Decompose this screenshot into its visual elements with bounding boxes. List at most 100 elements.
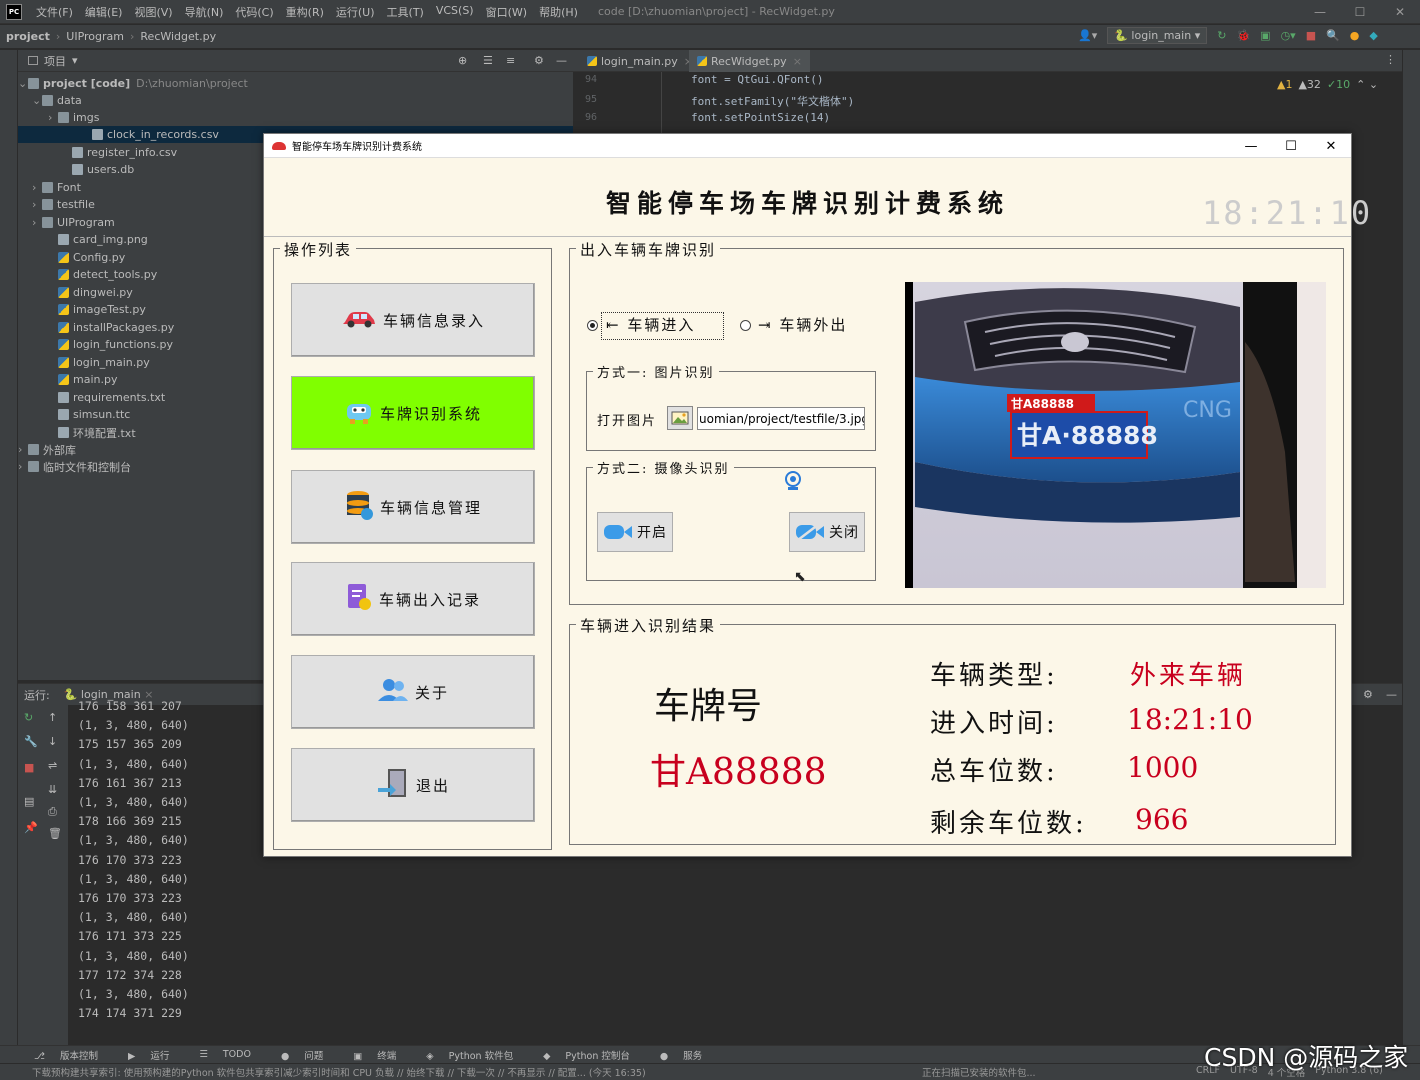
radio-mode-in[interactable] [587,320,598,331]
chevron-icon[interactable]: › [32,216,42,229]
menu-item[interactable]: 视图(V) [128,4,178,20]
chevron-icon[interactable]: ⌄ [32,94,42,107]
tab-recwidget[interactable]: RecWidget.py × [689,50,810,72]
op-button-5[interactable]: 关于 [291,655,535,729]
tree-item[interactable]: › 临时文件和控制台 [18,458,131,475]
tree-item[interactable]: › UIProgram [32,214,115,231]
expand-all-icon[interactable]: ☰ [483,54,493,67]
camera-close-button[interactable]: 关闭 [789,512,865,552]
tree-item[interactable]: detect_tools.py [48,266,157,283]
radio-mode-out[interactable] [740,320,751,331]
print-icon[interactable]: ⎙ [48,805,57,819]
tree-item[interactable]: installPackages.py [48,319,174,336]
locate-icon[interactable]: ⊕ [458,54,467,67]
pin-icon[interactable]: 📌 [24,821,38,834]
tree-item[interactable]: ⌄ data [32,92,82,109]
app-minimize-icon[interactable]: — [1231,134,1271,158]
breadcrumb-file[interactable]: RecWidget.py [134,30,222,43]
status-message[interactable]: 下载预构建共享索引: 使用预构建的Python 软件包共享索引减少索引时间和 C… [32,1065,646,1079]
wrap-icon[interactable]: ⇌ [48,759,57,772]
mode-out-label[interactable]: ⇥ 车辆外出 [758,314,847,335]
trash-icon[interactable]: 🗑 [48,827,62,840]
chevron-icon[interactable]: › [48,111,58,124]
plugin-icon[interactable]: ◆ [1369,29,1377,42]
project-panel-title[interactable]: 项目 [44,53,66,69]
chevron-icon[interactable]: › [32,198,42,211]
update-icon[interactable]: ● [1350,29,1360,42]
tree-item[interactable]: requirements.txt [48,389,165,406]
op-button-6[interactable]: 退出 [291,748,535,822]
tree-item[interactable]: users.db [62,161,134,178]
op-button-1[interactable]: 车辆信息录入 [291,283,535,357]
tool-window-button[interactable]: ● 服务 [654,1048,708,1062]
tree-item[interactable]: › 外部库 [18,441,76,458]
menu-item[interactable]: 运行(U) [330,4,381,20]
coverage-icon[interactable]: ▣ [1260,29,1270,42]
tree-item[interactable]: imageTest.py [48,301,146,318]
tool-window-button[interactable]: ● 问题 [275,1048,329,1062]
tool-window-button[interactable]: ☰ TODO [193,1049,257,1060]
tree-item[interactable]: card_img.png [48,231,148,248]
tree-item[interactable]: › testfile [32,196,95,213]
search-icon[interactable]: 🔍 [1326,29,1340,42]
stop-icon[interactable]: ■ [1306,29,1316,42]
gear-icon[interactable]: ⚙ [534,54,544,67]
tree-item[interactable]: › Font [32,179,81,196]
menu-item[interactable]: VCS(S) [430,4,480,20]
run-config-select[interactable]: 🐍 login_main ▾ [1107,27,1208,44]
menu-item[interactable]: 帮助(H) [533,4,584,20]
more-icon[interactable]: ⋮ [1385,53,1396,66]
camera-open-button[interactable]: 开启 [597,512,673,552]
chevron-down-icon[interactable]: ▾ [72,54,78,67]
gear-icon[interactable]: ⚙ [1363,688,1373,701]
menu-item[interactable]: 工具(T) [381,4,430,20]
menu-item[interactable]: 文件(F) [30,4,79,20]
collapse-all-icon[interactable]: ≡ [506,54,515,67]
breadcrumb-uiprogram[interactable]: UIProgram [60,30,130,43]
tool-window-button[interactable]: ⎇ 版本控制 [28,1048,104,1062]
tree-item[interactable]: login_functions.py [48,336,173,353]
menu-item[interactable]: 重构(R) [280,4,330,20]
menu-item[interactable]: 编辑(E) [79,4,129,20]
chevron-icon[interactable]: ⌄ [18,77,28,90]
tree-item[interactable]: dingwei.py [48,284,133,301]
down-icon[interactable]: ↓ [48,735,57,748]
scroll-end-icon[interactable]: ⇊ [48,783,57,796]
app-maximize-icon[interactable]: ☐ [1271,134,1311,158]
menu-item[interactable]: 代码(C) [229,4,279,20]
tool-window-button[interactable]: ▶ 运行 [122,1048,175,1062]
chevron-icon[interactable]: › [18,443,28,456]
layout-icon[interactable]: ▤ [24,795,34,808]
chevron-icon[interactable]: › [18,460,28,473]
app-close-icon[interactable]: ✕ [1311,134,1351,158]
profile-icon[interactable]: ◷▾ [1281,29,1296,42]
tree-item[interactable]: 环境配置.txt [48,424,136,441]
open-image-button[interactable] [667,406,693,430]
op-button-3[interactable]: 车辆信息管理 [291,470,535,544]
tree-item[interactable]: simsun.ttc [48,406,130,423]
debug-icon[interactable]: 🐞 [1236,29,1250,42]
hide-icon[interactable]: — [1386,688,1397,701]
op-button-2[interactable]: 车牌识别系统 [291,376,535,450]
stop-icon[interactable]: ■ [24,761,34,774]
rerun-icon[interactable]: ↻ [1217,29,1226,42]
tree-item[interactable]: main.py [48,371,117,388]
op-button-4[interactable]: 车辆出入记录 [291,562,535,636]
tree-item[interactable]: Config.py [48,249,125,266]
rerun-icon[interactable]: ↻ [24,711,33,724]
hide-icon[interactable]: — [556,54,567,67]
inspection-widget[interactable]: ▲1 ▲32 ✓10 ⌃ ⌄ [1277,78,1378,91]
mode-in-label[interactable]: ⇤ 车辆进入 [606,314,695,335]
tree-item[interactable]: login_main.py [48,354,150,371]
tool-window-button[interactable]: ◈ Python 软件包 [420,1048,519,1062]
tree-item[interactable]: ⌄ project [code] D:\zhuomian\project [18,75,248,92]
breadcrumb-project[interactable]: project [0,30,56,43]
close-icon[interactable]: ✕ [1380,0,1420,24]
menu-item[interactable]: 导航(N) [179,4,230,20]
maximize-icon[interactable]: ☐ [1340,0,1380,24]
image-path-input[interactable]: uomian/project/testfile/3.jpg [697,407,865,430]
tool-window-button[interactable]: ▣ 终端 [347,1048,402,1062]
tree-item[interactable]: › imgs [48,109,100,126]
chevron-icon[interactable]: › [32,181,42,194]
user-icon[interactable]: 👤▾ [1078,29,1097,42]
